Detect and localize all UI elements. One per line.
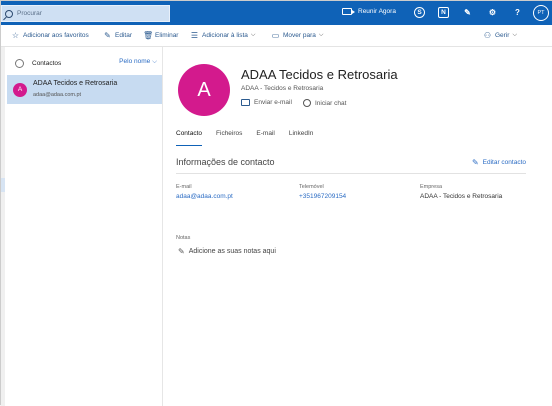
feedback-icon[interactable]: ✎ — [462, 7, 473, 18]
company-field: Empresa ADAA - Tecidos e Retrosaria — [420, 184, 502, 200]
search-placeholder: Procurar — [17, 10, 42, 17]
move-to-label: Mover para — [283, 32, 316, 39]
edit-contact-label: Editar contacto — [482, 159, 526, 166]
search-box[interactable]: Procurar — [1, 5, 170, 22]
add-to-list-label: Adicionar à lista — [202, 32, 248, 39]
add-notes-label: Adicione as suas notas aqui — [188, 248, 276, 255]
help-icon[interactable]: ? — [512, 7, 523, 18]
move-icon: ▭ — [271, 31, 280, 40]
chevron-down-icon: ⌵ — [512, 32, 518, 38]
chevron-down-icon: ⌵ — [250, 32, 256, 38]
avatar: A — [178, 64, 230, 116]
divider — [176, 173, 526, 174]
list-header: Contactos Pelo nome ⌵ — [15, 57, 157, 69]
contacts-app: Procurar Reunir Agora S N ✎ ⚙ ? PT ☆ Adi… — [0, 0, 552, 406]
list-item[interactable]: A ADAA Tecidos e Retrosaria adaa@adaa.co… — [7, 75, 162, 104]
contact-avatar: A — [13, 83, 27, 97]
chevron-down-icon: ⌵ — [318, 32, 324, 38]
chevron-down-icon: ⌵ — [152, 58, 157, 65]
meet-now-button[interactable]: Reunir Agora — [342, 8, 396, 15]
add-notes-button[interactable]: ✎ Adicione as suas notas aqui — [178, 247, 276, 256]
tab-bar: Contacto Ficheiros E-mail LinkedIn — [176, 130, 327, 146]
phone-label: Telemóvel — [299, 184, 324, 190]
mail-icon — [241, 99, 250, 106]
video-icon — [342, 8, 355, 15]
edit-button[interactable]: ✎ Editar — [103, 31, 132, 40]
contact-name: ADAA Tecidos e Retrosaria — [33, 80, 118, 87]
star-icon: ☆ — [11, 31, 20, 40]
add-favorites-label: Adicionar aos favoritos — [23, 32, 89, 39]
select-all-radio[interactable] — [15, 58, 24, 68]
meet-now-label: Reunir Agora — [358, 8, 396, 15]
send-email-button[interactable]: Enviar e-mail — [241, 99, 292, 106]
list-add-icon: ☰ — [190, 31, 199, 40]
section-title: Informações de contacto — [176, 157, 275, 167]
edit-contact-link[interactable]: ✎ Editar contacto — [472, 158, 526, 167]
pencil-icon: ✎ — [104, 31, 111, 40]
tab-email[interactable]: E-mail — [256, 130, 274, 146]
contact-list: Contactos Pelo nome ⌵ A ADAA Tecidos e R… — [5, 47, 163, 406]
user-avatar[interactable]: PT — [533, 5, 549, 21]
notes-label: Notas — [176, 235, 191, 241]
contact-detail: A ADAA Tecidos e Retrosaria ADAA - Tecid… — [163, 47, 552, 406]
company-value: ADAA - Tecidos e Retrosaria — [420, 193, 503, 200]
start-chat-label: Iniciar chat — [315, 99, 347, 107]
send-email-label: Enviar e-mail — [254, 99, 292, 106]
manage-label: Gerir — [495, 32, 510, 39]
trash-icon: 🗑 — [143, 31, 154, 40]
start-chat-button[interactable]: Iniciar chat — [303, 99, 346, 107]
company-label: Empresa — [420, 184, 443, 190]
phone-field: Telemóvel +351967209154 — [299, 184, 346, 200]
onenote-icon[interactable]: N — [438, 7, 449, 18]
skype-icon[interactable]: S — [414, 7, 425, 18]
contact-email: adaa@adaa.com.pt — [33, 92, 82, 98]
move-to-button[interactable]: ▭ Mover para ⌵ — [271, 31, 324, 40]
list-title: Contactos — [32, 59, 62, 67]
command-bar: ☆ Adicionar aos favoritos ✎ Editar 🗑 Eli… — [1, 25, 552, 47]
phone-link[interactable]: +351967209154 — [299, 193, 346, 200]
person-settings-icon: ⚇ — [483, 31, 492, 40]
email-link[interactable]: adaa@adaa.com.pt — [176, 193, 233, 200]
contact-subtitle: ADAA - Tecidos e Retrosaria — [241, 85, 324, 92]
manage-button[interactable]: ⚇ Gerir ⌵ — [483, 31, 517, 40]
tab-linkedin[interactable]: LinkedIn — [289, 130, 314, 146]
tab-contact[interactable]: Contacto — [176, 130, 203, 146]
edit-label: Editar — [115, 32, 132, 39]
sort-label: Pelo nome — [119, 58, 151, 65]
delete-label: Eliminar — [155, 32, 179, 39]
tab-files[interactable]: Ficheiros — [216, 130, 242, 146]
page-title: ADAA Tecidos e Retrosaria — [241, 67, 398, 82]
email-field: E-mail adaa@adaa.com.pt — [176, 184, 233, 200]
add-favorites-button[interactable]: ☆ Adicionar aos favoritos — [11, 31, 89, 40]
delete-button[interactable]: 🗑 Eliminar — [143, 31, 178, 40]
settings-icon[interactable]: ⚙ — [487, 7, 498, 18]
search-icon — [5, 9, 13, 18]
chat-icon — [303, 99, 311, 107]
top-bar: Procurar Reunir Agora S N ✎ ⚙ ? PT — [1, 1, 552, 25]
pencil-icon: ✎ — [178, 247, 185, 256]
sort-dropdown[interactable]: Pelo nome ⌵ — [119, 58, 157, 66]
pencil-icon: ✎ — [471, 158, 479, 167]
email-label: E-mail — [176, 184, 192, 190]
add-to-list-button[interactable]: ☰ Adicionar à lista ⌵ — [190, 31, 256, 40]
